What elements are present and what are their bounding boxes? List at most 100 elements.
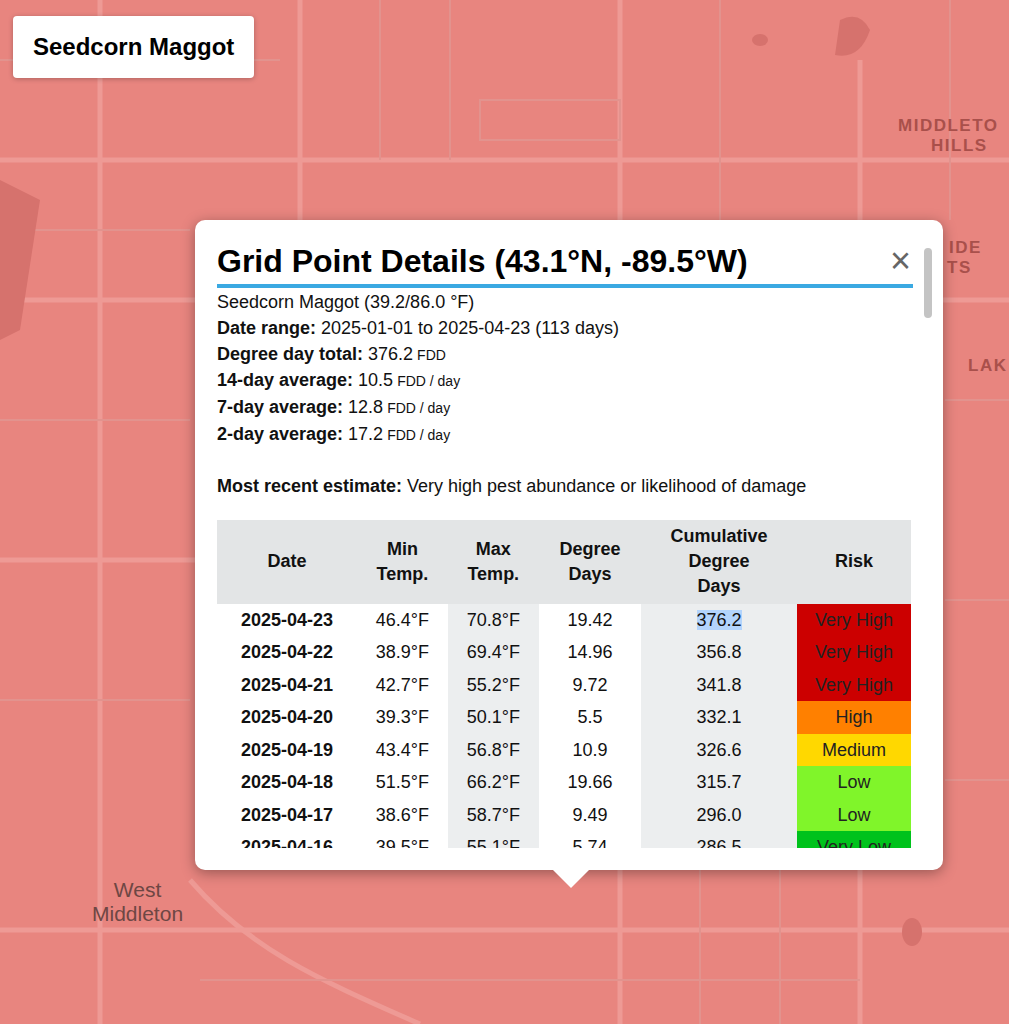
risk-cell: Very High — [797, 669, 911, 702]
risk-cell: Medium — [797, 734, 911, 767]
info-unit: FDD / day — [387, 427, 450, 443]
cumulative-cell: 296.0 — [641, 799, 797, 832]
cumulative-value: 296.0 — [697, 805, 742, 825]
info-label: Date range: — [217, 318, 316, 338]
popup-content[interactable]: Seedcorn Maggot (39.2/86.0 °F) Date range… — [217, 288, 913, 848]
risk-cell: Very Low — [797, 831, 911, 848]
min-temp-cell: 51.5°F — [357, 766, 448, 799]
table-row[interactable]: 2025-04-2142.7°F55.2°F9.72 341.8 Very High — [217, 669, 911, 702]
table-row[interactable]: 2025-04-1738.6°F58.7°F9.49 296.0 Low — [217, 799, 911, 832]
date-cell: 2025-04-17 — [217, 799, 357, 832]
risk-cell: Low — [797, 766, 911, 799]
info-line: 2-day average:17.2FDD / day — [217, 422, 913, 449]
min-temp-cell: 38.9°F — [357, 636, 448, 669]
info-line: Degree day total:376.2FDD — [217, 342, 913, 369]
column-header: Degree Days — [539, 520, 641, 604]
degree-days-cell: 5.5 — [539, 701, 641, 734]
info-line: 7-day average:12.8FDD / day — [217, 395, 913, 422]
cumulative-cell: 341.8 — [641, 669, 797, 702]
date-cell: 2025-04-23 — [217, 604, 357, 637]
table-row[interactable]: 2025-04-2346.4°F70.8°F19.42376.2Very Hig… — [217, 604, 911, 637]
cumulative-value: 332.1 — [697, 707, 742, 727]
cumulative-cell: 332.1 — [641, 701, 797, 734]
info-line: Date range:2025-01-01 to 2025-04-23 (113… — [217, 316, 913, 342]
max-temp-cell: 66.2°F — [448, 766, 539, 799]
info-unit: FDD / day — [387, 400, 450, 416]
info-block: Seedcorn Maggot (39.2/86.0 °F) Date range… — [217, 290, 913, 449]
table-row[interactable]: 2025-04-1943.4°F56.8°F10.9326.6Medium — [217, 734, 911, 767]
info-unit: FDD / day — [397, 373, 460, 389]
cumulative-cell: 376.2 — [641, 604, 797, 637]
info-value: 376.2 — [368, 344, 413, 364]
column-title: Max Temp. — [467, 537, 519, 587]
risk-cell: Low — [797, 799, 911, 832]
cumulative-value: 315.7 — [697, 772, 742, 792]
close-button[interactable]: × — [888, 243, 913, 279]
column-title: Degree Days — [559, 537, 620, 587]
date-cell: 2025-04-18 — [217, 766, 357, 799]
column-header: Risk — [797, 520, 911, 604]
date-cell: 2025-04-21 — [217, 669, 357, 702]
popup-title: Grid Point Details (43.1°N, -89.5°W) — [217, 240, 748, 282]
scrollbar-thumb[interactable] — [924, 248, 932, 318]
cumulative-value: 326.6 — [697, 740, 742, 760]
cumulative-value: 286.5 — [697, 837, 742, 848]
info-label: 2-day average: — [217, 424, 343, 444]
column-title: Cumulative Degree Days — [671, 524, 768, 599]
min-temp-cell: 38.6°F — [357, 799, 448, 832]
map-label: West Middleton — [92, 878, 183, 926]
info-text: Seedcorn Maggot (39.2/86.0 °F) — [217, 292, 474, 312]
cumulative-cell: 315.7 — [641, 766, 797, 799]
layer-label[interactable]: Seedcorn Maggot — [13, 16, 254, 78]
max-temp-cell: 70.8°F — [448, 604, 539, 637]
cumulative-cell: 326.6 — [641, 734, 797, 767]
risk-cell: Very High — [797, 636, 911, 669]
min-temp-cell: 42.7°F — [357, 669, 448, 702]
cumulative-value: 341.8 — [697, 675, 742, 695]
min-temp-cell: 46.4°F — [357, 604, 448, 637]
table-body: 2025-04-2346.4°F70.8°F19.42 376.2 Very Hig… — [217, 604, 911, 848]
cumulative-value: 376.2 — [697, 610, 742, 630]
risk-cell: High — [797, 701, 911, 734]
min-temp-cell: 39.3°F — [357, 701, 448, 734]
table-row[interactable]: 2025-04-1851.5°F66.2°F19.66 315.7 Low — [217, 766, 911, 799]
info-value: 12.8 — [348, 397, 383, 417]
date-cell: 2025-04-16 — [217, 831, 357, 848]
max-temp-cell: 50.1°F — [448, 701, 539, 734]
max-temp-cell: 56.8°F — [448, 734, 539, 767]
column-title: Min Temp. — [377, 537, 429, 587]
info-label: Degree day total: — [217, 344, 363, 364]
info-value: 17.2 — [348, 424, 383, 444]
info-line: Seedcorn Maggot (39.2/86.0 °F) — [217, 290, 913, 316]
table-row[interactable]: 2025-04-2238.9°F69.4°F14.96356.8Very Hig… — [217, 636, 911, 669]
degree-days-cell: 19.66 — [539, 766, 641, 799]
degree-days-cell: 19.42 — [539, 604, 641, 637]
table-row[interactable]: 2025-04-2039.3°F50.1°F5.5 332.1 High — [217, 701, 911, 734]
date-cell: 2025-04-19 — [217, 734, 357, 767]
info-label: 14-day average: — [217, 370, 353, 390]
degree-days-cell: 5.74 — [539, 831, 641, 848]
map-label: TS — [947, 258, 972, 278]
column-header: Max Temp. — [448, 520, 539, 604]
info-label: 7-day average: — [217, 397, 343, 417]
date-cell: 2025-04-20 — [217, 701, 357, 734]
max-temp-cell: 55.2°F — [448, 669, 539, 702]
column-title: Date — [267, 549, 306, 574]
map-label: HILLS — [931, 136, 988, 156]
degree-days-cell: 9.72 — [539, 669, 641, 702]
map-label: IDE — [949, 238, 982, 258]
date-cell: 2025-04-22 — [217, 636, 357, 669]
info-line: 14-day average:10.5FDD / day — [217, 368, 913, 395]
column-title: Risk — [835, 549, 873, 574]
map-label: LAK — [968, 356, 1007, 376]
max-temp-cell: 55.1°F — [448, 831, 539, 848]
table-header: Date Min Temp. Max Temp. Degree Days Cumulat… — [217, 520, 911, 604]
degree-days-cell: 14.96 — [539, 636, 641, 669]
degree-days-cell: 9.49 — [539, 799, 641, 832]
cumulative-cell: 286.5 — [641, 831, 797, 848]
info-value: 2025-01-01 to 2025-04-23 (113 days) — [321, 318, 619, 338]
max-temp-cell: 58.7°F — [448, 799, 539, 832]
table-row[interactable]: 2025-04-1639.5°F55.1°F5.74286.5Very Low — [217, 831, 911, 848]
grid-point-popup: Grid Point Details (43.1°N, -89.5°W) × See… — [195, 220, 943, 870]
map[interactable]: Seedcorn MaggotMIDDLETOHILLSIDETSLAKWest… — [0, 0, 1009, 1024]
